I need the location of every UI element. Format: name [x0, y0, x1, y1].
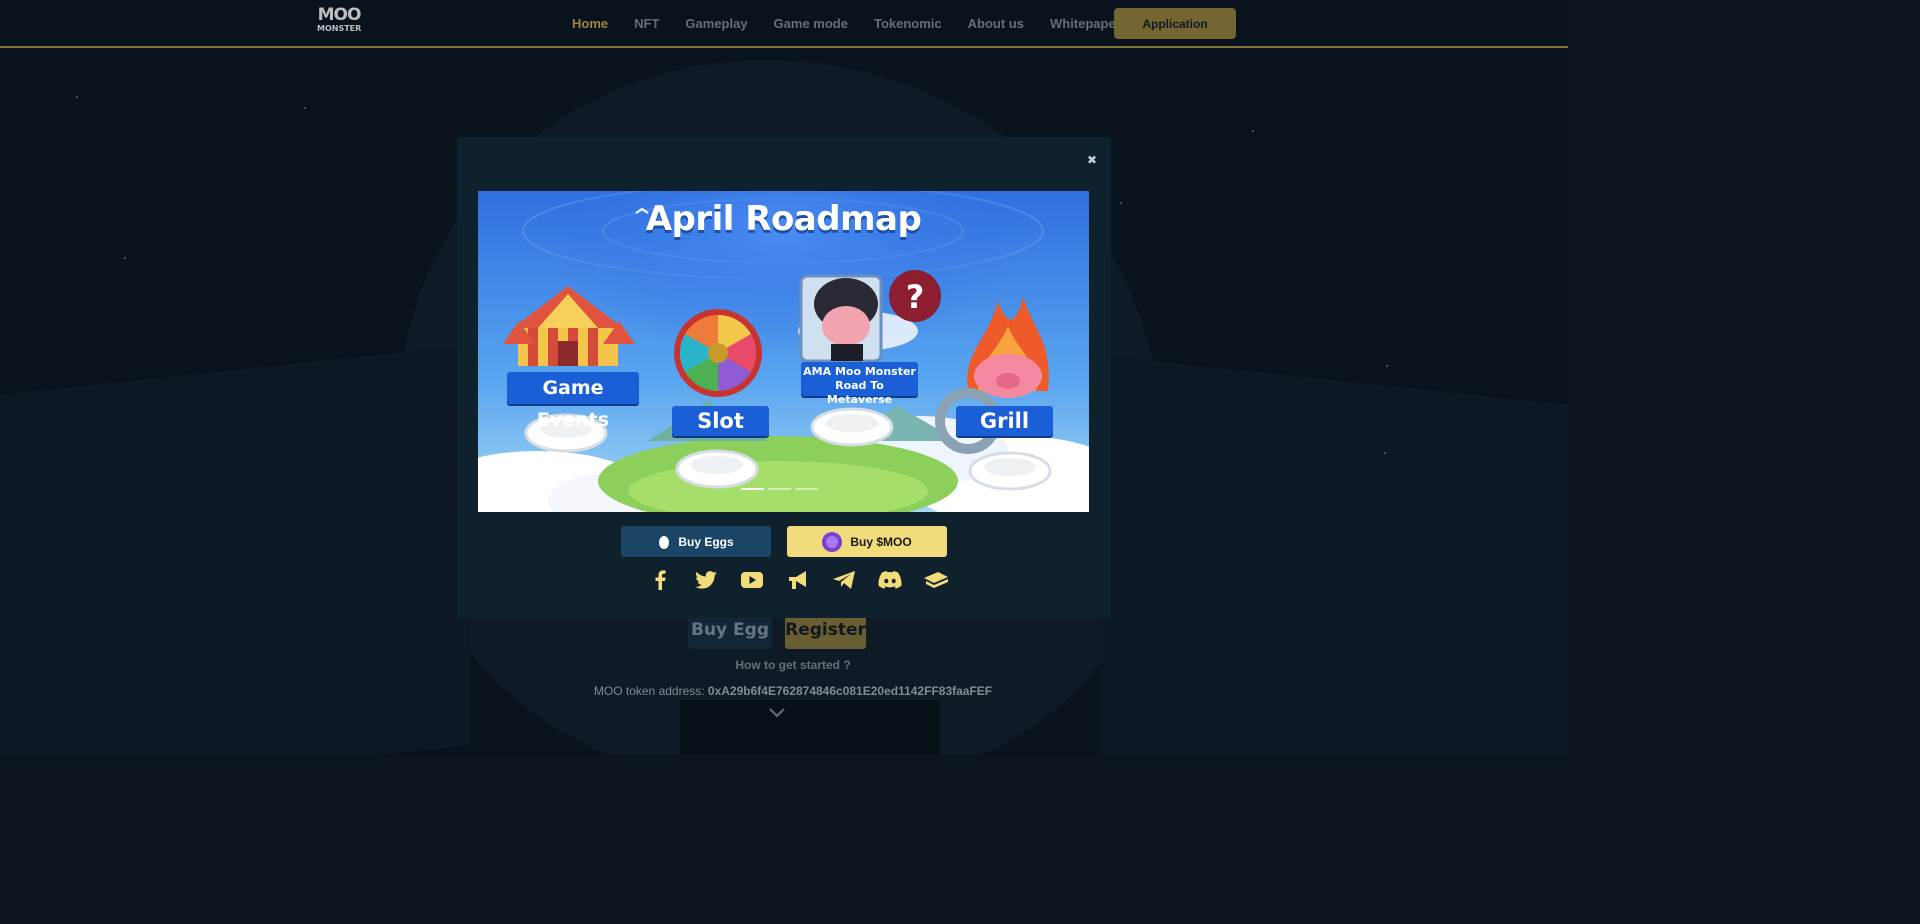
carousel-dot[interactable] — [795, 488, 818, 490]
megaphone-icon[interactable] — [775, 569, 821, 591]
carousel-dot[interactable] — [768, 488, 791, 490]
carousel-dot[interactable] — [741, 488, 764, 490]
facebook-icon[interactable] — [637, 569, 683, 591]
label-game-events: Game Events — [507, 372, 639, 431]
moo-token-icon — [822, 531, 843, 552]
discord-icon[interactable] — [867, 569, 913, 591]
banner-title: April Roadmap — [645, 199, 922, 239]
announcement-modal: ✖ ? April Roadmap Game Events Slot AMA M… — [457, 137, 1111, 618]
svg-text:?: ? — [906, 278, 925, 316]
banner-artwork: ? — [478, 191, 1089, 512]
close-icon[interactable]: ✖ — [1085, 153, 1099, 167]
roadmap-banner[interactable]: ? April Roadmap Game Events Slot AMA Moo… — [478, 191, 1089, 512]
egg-icon — [658, 534, 670, 549]
youtube-icon[interactable] — [729, 569, 775, 591]
label-ama-line2: Road To Metaverse — [826, 379, 893, 406]
label-grill: Grill — [956, 406, 1053, 436]
label-ama-line1: AMA Moo Monster — [803, 365, 916, 378]
buy-eggs-button[interactable]: Buy Eggs — [621, 526, 771, 557]
buy-moo-label: Buy $MOO — [850, 534, 912, 549]
buy-moo-button[interactable]: Buy $MOO — [787, 526, 947, 557]
social-links — [637, 569, 959, 591]
carousel-indicators — [741, 488, 818, 490]
book-icon[interactable] — [913, 569, 959, 591]
telegram-icon[interactable] — [821, 569, 867, 591]
buy-eggs-label: Buy Eggs — [678, 534, 734, 549]
label-ama: AMA Moo Monster Road To Metaverse — [801, 362, 918, 406]
label-slot: Slot — [672, 406, 769, 436]
twitter-icon[interactable] — [683, 569, 729, 591]
